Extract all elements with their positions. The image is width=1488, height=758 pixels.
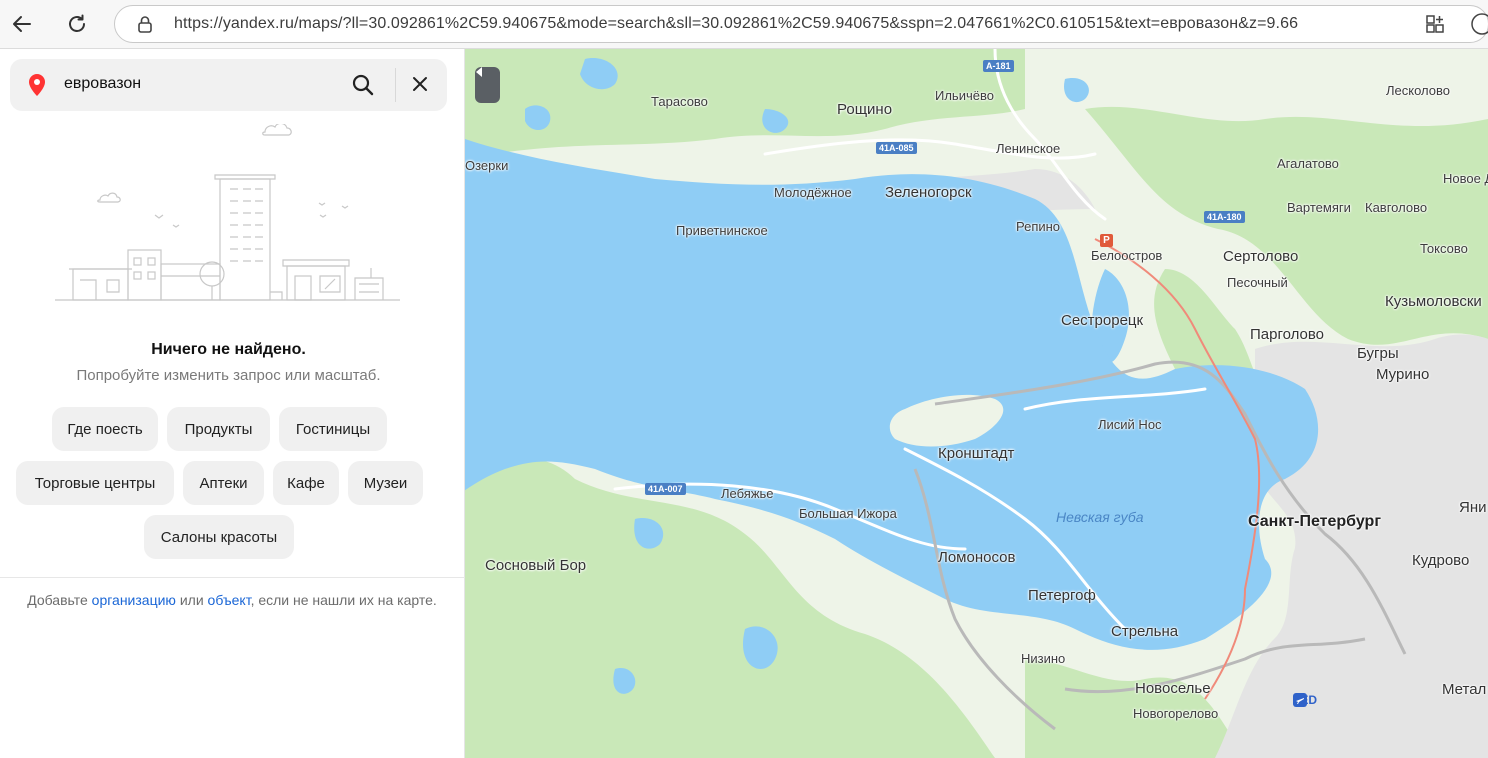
place-label: Кронштадт bbox=[938, 445, 1015, 462]
hint-suffix: , если не нашли их на карте. bbox=[250, 592, 437, 608]
place-label: Токсово bbox=[1420, 241, 1468, 256]
collapse-panel-button[interactable] bbox=[475, 67, 500, 103]
place-label: Низино bbox=[1021, 651, 1066, 666]
place-label: Приветнинское bbox=[676, 223, 768, 238]
place-label: Сертолово bbox=[1223, 248, 1299, 265]
place-label: Кавголово bbox=[1365, 200, 1428, 215]
category-chip-groceries[interactable]: Продукты bbox=[167, 407, 270, 451]
place-label: Лебяжье bbox=[721, 486, 774, 501]
place-label-city: Санкт-Петербург bbox=[1248, 513, 1381, 530]
road-shield-41a180: 41А-180 bbox=[1204, 211, 1245, 223]
category-chip-malls[interactable]: Торговые центры bbox=[16, 461, 174, 505]
place-label: Кузьмоловски bbox=[1385, 293, 1482, 310]
not-found-subtitle: Попробуйте изменить запрос или масштаб. bbox=[76, 367, 381, 384]
hint-prefix: Добавьте bbox=[27, 592, 92, 608]
add-object-link[interactable]: объект bbox=[208, 592, 251, 608]
category-chip-beauty-salons[interactable]: Салоны красоты bbox=[144, 515, 294, 559]
place-label: Репино bbox=[1016, 219, 1061, 234]
chevron-left-icon bbox=[476, 67, 482, 77]
category-chip-pharmacies[interactable]: Аптеки bbox=[183, 461, 264, 505]
url-text[interactable]: https://yandex.ru/maps/?ll=30.092861%2C5… bbox=[174, 15, 1298, 33]
place-label: Стрельна bbox=[1111, 623, 1179, 640]
back-button[interactable] bbox=[5, 7, 39, 41]
place-label: Новогорелово bbox=[1133, 706, 1219, 721]
add-organization-hint: Добавьте организацию или объект, если не… bbox=[12, 591, 452, 609]
empty-city-illustration bbox=[55, 124, 400, 301]
place-label: Новоселье bbox=[1135, 680, 1211, 697]
panel-divider bbox=[0, 577, 465, 578]
place-label: Тарасово bbox=[651, 94, 708, 109]
reload-button[interactable] bbox=[60, 7, 94, 41]
map-pin-icon bbox=[29, 74, 45, 96]
place-label: Ленинское bbox=[996, 141, 1061, 156]
place-label: Лесколово bbox=[1386, 83, 1450, 98]
place-label: Молодёжное bbox=[774, 185, 852, 200]
place-label: Мурино bbox=[1376, 366, 1430, 383]
airport-marker[interactable]: LED bbox=[1293, 693, 1317, 707]
category-chip-cafes[interactable]: Кафе bbox=[273, 461, 339, 505]
water-label: Невская губа bbox=[1056, 509, 1144, 525]
road-shield-41a085: 41А-085 bbox=[876, 142, 917, 154]
place-label: Рощино bbox=[837, 101, 893, 118]
place-label: Большая Ижора bbox=[799, 506, 897, 521]
place-label: Яни bbox=[1459, 499, 1487, 516]
place-label: Озерки bbox=[465, 158, 509, 173]
category-chip-food[interactable]: Где поесть bbox=[52, 407, 158, 451]
place-label: Ильичёво bbox=[935, 88, 994, 103]
reload-icon bbox=[69, 14, 85, 32]
place-label: Сосновый Бор bbox=[485, 557, 587, 574]
back-arrow-icon bbox=[13, 16, 31, 32]
search-divider bbox=[395, 68, 396, 102]
place-label: Лисий Нос bbox=[1098, 417, 1162, 432]
place-label: Парголово bbox=[1250, 326, 1325, 343]
place-label: Петергоф bbox=[1028, 587, 1096, 604]
browser-toolbar: https://yandex.ru/maps/?ll=30.092861%2C5… bbox=[0, 0, 1488, 49]
app-grid-icon[interactable] bbox=[1425, 14, 1445, 34]
not-found-title: Ничего не найдено. bbox=[151, 341, 306, 358]
place-label: Ломоносов bbox=[938, 549, 1016, 566]
place-label: Вартемяги bbox=[1287, 200, 1351, 215]
search-box[interactable]: евровазон bbox=[10, 59, 447, 111]
search-icon[interactable] bbox=[351, 73, 375, 97]
hint-middle: или bbox=[175, 592, 208, 608]
search-input[interactable]: евровазон bbox=[64, 75, 141, 93]
place-label: Кудрово bbox=[1412, 552, 1470, 569]
road-shield-a181: А-181 bbox=[983, 60, 1014, 72]
close-icon[interactable] bbox=[410, 74, 430, 94]
place-label: Сестрорецк bbox=[1061, 312, 1144, 329]
place-label: Агалатово bbox=[1277, 156, 1339, 171]
place-label: Метал bbox=[1442, 681, 1487, 698]
category-chip-museums[interactable]: Музеи bbox=[348, 461, 423, 505]
map-canvas[interactable]: А-181 41А-085 41А-180 41А-007 Тарасово Р… bbox=[465, 49, 1488, 758]
place-label: Песочный bbox=[1227, 275, 1288, 290]
place-label: Белоостров bbox=[1091, 248, 1163, 263]
search-panel: евровазон Ничего не найдено. Попробуйте … bbox=[0, 49, 465, 758]
add-organization-link[interactable]: организацию bbox=[92, 592, 176, 608]
metro-icon[interactable]: Р bbox=[1100, 234, 1113, 247]
address-bar[interactable]: https://yandex.ru/maps/?ll=30.092861%2C5… bbox=[114, 5, 1488, 43]
profile-icon[interactable] bbox=[1470, 12, 1488, 36]
place-label: Бугры bbox=[1357, 345, 1399, 362]
airplane-icon bbox=[1293, 693, 1307, 707]
place-label: Зеленогорск bbox=[885, 184, 972, 201]
category-chip-hotels[interactable]: Гостиницы bbox=[279, 407, 387, 451]
lock-icon[interactable] bbox=[137, 15, 153, 33]
road-shield-41a007: 41А-007 bbox=[645, 483, 686, 495]
place-label: Новое Д bbox=[1443, 171, 1488, 186]
